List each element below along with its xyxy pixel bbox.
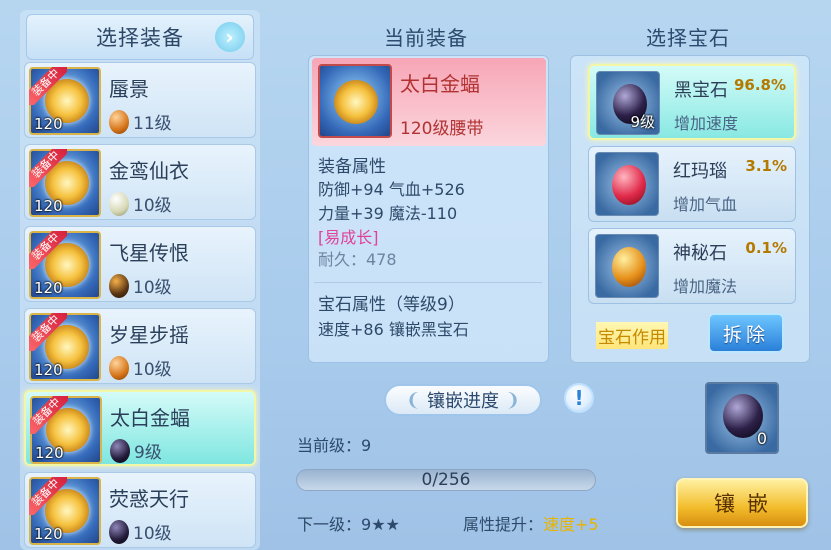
equipment-attr-line-1: 防御+94 气血+526: [318, 180, 465, 199]
gem-item-red[interactable]: 红玛瑙 3.1% 增加气血: [588, 146, 796, 222]
equipment-thumbnail: 装备中 120: [29, 477, 101, 545]
equipment-gem-level: 11级: [109, 109, 172, 134]
equipment-item-3[interactable]: 装备中 120 飞星传恨 10级: [24, 226, 256, 302]
equipment-thumbnail: 装备中 120: [29, 149, 101, 217]
equipment-name: 荧惑天行: [109, 487, 189, 511]
equipment-gem-level: 10级: [109, 191, 172, 216]
equipment-level: 120: [35, 444, 64, 462]
equipment-thumbnail: 装备中 120: [29, 313, 101, 381]
equipment-item-5-selected[interactable]: 装备中 120 太白金蝠 9级: [24, 390, 256, 466]
next-level-text: 下一级：9★★: [297, 515, 400, 534]
equipment-name: 岁星步摇: [109, 323, 189, 347]
gem-description: 增加魔法: [673, 277, 738, 296]
equipment-item-6[interactable]: 装备中 120 荧惑天行 10级: [24, 472, 256, 548]
equipment-level: 120: [34, 361, 63, 379]
remove-gem-button[interactable]: 拆除: [708, 313, 784, 353]
gem-attr-line: 速度+86 镶嵌黑宝石: [318, 320, 469, 339]
equipment-level: 120: [34, 197, 63, 215]
gem-attr-heading: 宝石属性（等级9）: [318, 295, 465, 315]
growth-tag: [易成长]: [318, 228, 379, 247]
equipment-item-4[interactable]: 装备中 120 岁星步摇 10级: [24, 308, 256, 384]
mystery-stone-icon: [612, 247, 646, 287]
gem-thumbnail: [595, 152, 659, 216]
collapse-arrow-icon[interactable]: ›: [215, 22, 245, 52]
equipment-item-1[interactable]: 装备中 120 蜃景 11级: [24, 62, 256, 138]
gem-percentage: 3.1%: [745, 157, 787, 175]
belt-icon: [334, 80, 378, 124]
gem-inlay-slot[interactable]: 0: [705, 382, 779, 454]
current-equipment-type: 120级腰带: [400, 119, 484, 139]
slot-count: 0: [756, 429, 767, 448]
gem-item-mystery[interactable]: 神秘石 0.1% 增加魔法: [588, 228, 796, 304]
equipment-gem-level: 10级: [109, 273, 172, 298]
current-equipment-name: 太白金蝠: [400, 72, 480, 96]
equipment-thumbnail: 装备中 120: [29, 67, 101, 135]
info-icon[interactable]: !: [564, 383, 594, 413]
gem-percentage: 96.8%: [733, 76, 786, 94]
equipped-badge: 装备中: [29, 231, 67, 269]
mixed-gem-icon: [109, 273, 129, 298]
gem-description: 增加气血: [673, 195, 738, 214]
equipment-item-2[interactable]: 装备中 120 金鸾仙衣 10级: [24, 144, 256, 220]
gem-item-black[interactable]: 9级 黑宝石 96.8% 增加速度: [588, 64, 796, 140]
equipment-level: 120: [34, 115, 63, 133]
equipped-badge: 装备中: [29, 477, 67, 515]
equipped-badge: 装备中: [30, 396, 68, 434]
inlay-button[interactable]: 镶嵌: [676, 478, 808, 528]
equipment-level: 120: [34, 279, 63, 297]
orange-gem-icon: [109, 355, 129, 380]
equipment-thumbnail: 装备中 120: [29, 231, 101, 299]
inlay-progress-bar: 0/256: [296, 469, 596, 491]
equipment-name: 金鸾仙衣: [109, 159, 189, 183]
equipment-name: 飞星传恨: [109, 241, 189, 265]
durability-text: 耐久：478: [318, 250, 397, 269]
current-equipment-heading: 当前装备: [384, 26, 468, 50]
inlay-progress-label: ❨ 镶嵌进度 ❩: [384, 384, 542, 416]
divider: [314, 282, 542, 283]
equipment-list-title: 选择装备: [96, 26, 184, 50]
select-gem-heading: 选择宝石: [646, 26, 730, 50]
attr-gain-text: 属性提升：速度+5: [463, 515, 599, 534]
gem-name: 红玛瑙: [673, 161, 727, 182]
gem-thumbnail: 9级: [596, 71, 660, 135]
gem-thumbnail: [595, 234, 659, 298]
current-equipment-image: [318, 64, 392, 138]
black-gem-icon: [109, 519, 129, 544]
equipment-attr-line-2: 力量+39 魔法-110: [318, 204, 458, 223]
gem-name: 黑宝石: [674, 80, 728, 101]
current-level-text: 当前级：9: [297, 436, 372, 455]
equipment-name: 太白金蝠: [110, 406, 190, 430]
equipment-level: 120: [34, 525, 63, 543]
left-scroll-icon: ❨: [405, 389, 421, 411]
equipment-list-header: 选择装备 ›: [26, 14, 254, 60]
right-scroll-icon: ❩: [505, 389, 521, 411]
gem-name: 神秘石: [673, 243, 727, 264]
equipment-gem-level: 10级: [109, 519, 172, 544]
equipment-attr-heading: 装备属性: [318, 157, 386, 177]
black-gem-icon: [110, 438, 130, 463]
gem-level: 9级: [630, 113, 655, 131]
equipped-badge: 装备中: [29, 149, 67, 187]
orange-gem-icon: [109, 109, 129, 134]
red-agate-icon: [612, 165, 646, 205]
equipment-name: 蜃景: [109, 77, 149, 101]
equipment-thumbnail: 装备中 120: [30, 396, 102, 464]
gem-description: 增加速度: [674, 114, 739, 133]
equipped-badge: 装备中: [29, 313, 67, 351]
equipment-gem-level: 9级: [110, 438, 162, 463]
equipment-gem-level: 10级: [109, 355, 172, 380]
equipped-badge: 装备中: [29, 67, 67, 105]
white-gem-icon: [109, 191, 129, 216]
gem-effect-link[interactable]: 宝石作用: [596, 322, 668, 349]
progress-text: 0/256: [421, 470, 471, 490]
gem-percentage: 0.1%: [745, 239, 787, 257]
